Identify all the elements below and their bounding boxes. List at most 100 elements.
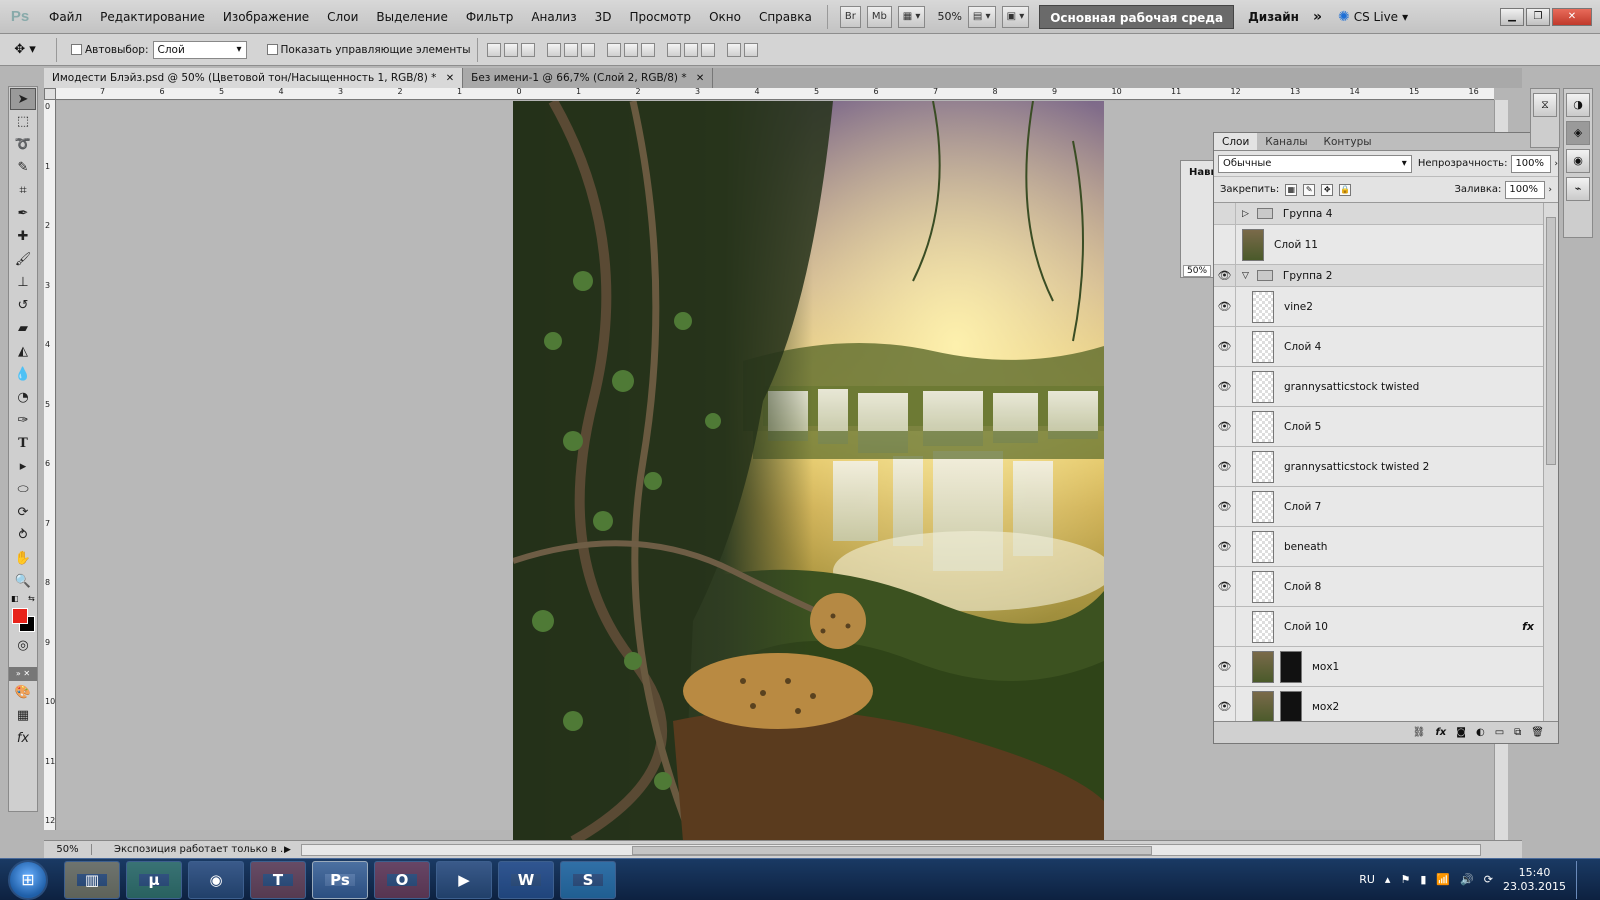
scrollbar-thumb[interactable]: [1546, 217, 1556, 465]
paths-panel-icon[interactable]: ⌁: [1566, 177, 1590, 201]
menu-item-1[interactable]: Редактирование: [91, 0, 214, 34]
layer-style-icon[interactable]: fx: [1435, 727, 1446, 738]
eye-icon[interactable]: 👁: [1214, 265, 1236, 286]
status-info-text[interactable]: Экспозиция работает только в ...: [114, 844, 284, 855]
eye-icon[interactable]: 👁: [1214, 567, 1236, 606]
align-distribute-icon[interactable]: [666, 42, 681, 57]
screen-mode-button[interactable]: ▣ ▾: [1001, 5, 1030, 28]
default-colors-icon[interactable]: ◧: [11, 594, 19, 603]
visibility-toggle[interactable]: [1214, 225, 1236, 264]
eye-icon[interactable]: 👁: [1214, 487, 1236, 526]
layer-group-row[interactable]: 👁 ▽ Группа 2: [1214, 265, 1544, 287]
network-icon[interactable]: 📶: [1436, 873, 1450, 886]
fill-field[interactable]: 100%: [1505, 180, 1546, 199]
brush-tool-icon[interactable]: 🖌: [10, 249, 36, 271]
swatches-panel-icon[interactable]: ▦: [10, 705, 36, 727]
arrange-documents-button[interactable]: ▤ ▾: [967, 5, 996, 28]
layer-row[interactable]: 👁 grannysatticstock twisted 2: [1214, 447, 1544, 487]
layer-row[interactable]: 👁 мох1: [1214, 647, 1544, 687]
chevron-right-icon[interactable]: ›: [1548, 185, 1552, 195]
menu-item-8[interactable]: Просмотр: [620, 0, 700, 34]
history-panel-icon[interactable]: ⧖: [1533, 93, 1557, 117]
add-mask-icon[interactable]: ◙: [1456, 727, 1466, 738]
workspace-design-button[interactable]: Дизайн: [1248, 10, 1299, 24]
align-distribute-icon[interactable]: [520, 42, 535, 57]
layer-mask-thumbnail[interactable]: [1280, 690, 1302, 721]
align-distribute-icon[interactable]: [546, 42, 561, 57]
ruler-origin[interactable]: [44, 88, 56, 100]
lock-transparency-icon[interactable]: ▦: [1285, 183, 1298, 196]
taskbar-skype-icon[interactable]: S: [560, 860, 616, 899]
blend-mode-select[interactable]: Обычные: [1218, 154, 1412, 173]
layer-row[interactable]: Слой 11: [1214, 225, 1544, 265]
layer-row[interactable]: 👁 grannysatticstock twisted: [1214, 367, 1544, 407]
tab-document-2[interactable]: Без имени-1 @ 66,7% (Слой 2, RGB/8) * ✕: [463, 68, 714, 88]
eyedropper-tool-icon[interactable]: ✒: [10, 203, 36, 225]
shape-tool-icon[interactable]: ⬭: [10, 479, 36, 501]
navigator-zoom-field[interactable]: 50%: [1183, 265, 1212, 277]
crop-tool-icon[interactable]: ⌗: [10, 180, 36, 202]
new-layer-icon[interactable]: ⧉: [1514, 727, 1521, 738]
menu-item-9[interactable]: Окно: [700, 0, 750, 34]
layer-group-row[interactable]: ▷ Группа 4: [1214, 203, 1544, 225]
start-button[interactable]: ⊞: [8, 859, 48, 900]
type-tool-icon[interactable]: T: [10, 433, 36, 455]
tab-layers[interactable]: Слои: [1214, 133, 1258, 150]
menu-item-10[interactable]: Справка: [750, 0, 821, 34]
align-distribute-icon[interactable]: [503, 42, 518, 57]
autoselect-select[interactable]: Слой: [152, 40, 247, 59]
close-icon[interactable]: ✕: [696, 73, 704, 84]
layer-row[interactable]: 👁 Слой 4: [1214, 327, 1544, 367]
taskbar-photoshop-icon[interactable]: Ps: [312, 860, 368, 899]
align-distribute-icon[interactable]: [580, 42, 595, 57]
close-button[interactable]: ✕: [1552, 7, 1592, 26]
tab-channels[interactable]: Каналы: [1257, 133, 1315, 150]
move-tool-icon[interactable]: ➤: [10, 88, 36, 110]
layers-scrollbar[interactable]: [1543, 203, 1558, 721]
eye-icon[interactable]: 👁: [1214, 447, 1236, 486]
autoselect-checkbox[interactable]: [71, 44, 82, 55]
align-distribute-icon[interactable]: [606, 42, 621, 57]
foreground-color-swatch[interactable]: [12, 608, 28, 624]
layer-row[interactable]: 👁 Слой 7: [1214, 487, 1544, 527]
status-zoom-field[interactable]: 50%: [44, 844, 92, 855]
view-extras-button[interactable]: ▦ ▾: [897, 5, 926, 28]
link-layers-icon[interactable]: ⛓: [1413, 727, 1426, 738]
align-distribute-icon[interactable]: [726, 42, 741, 57]
align-distribute-icon[interactable]: [563, 42, 578, 57]
lasso-tool-icon[interactable]: ➰: [10, 134, 36, 156]
clone-stamp-tool-icon[interactable]: ⊥: [10, 272, 36, 294]
taskbar-camera-icon[interactable]: ◉: [188, 860, 244, 899]
eye-icon[interactable]: 👁: [1214, 367, 1236, 406]
paint-bucket-tool-icon[interactable]: ◭: [10, 341, 36, 363]
healing-brush-tool-icon[interactable]: ✚: [10, 226, 36, 248]
align-distribute-icon[interactable]: [700, 42, 715, 57]
flag-icon[interactable]: ⚑: [1400, 873, 1410, 886]
document-canvas-image[interactable]: [513, 101, 1104, 841]
horizontal-scrollbar[interactable]: [300, 843, 1481, 856]
layers-panel-icon[interactable]: ◈: [1566, 121, 1590, 145]
zoom-tool-icon[interactable]: 🔍: [10, 571, 36, 593]
history-brush-tool-icon[interactable]: ↺: [10, 295, 36, 317]
clock[interactable]: 15:40 23.03.2015: [1503, 866, 1566, 894]
3d-rotate-tool-icon[interactable]: ⟳: [10, 502, 36, 524]
minimize-button[interactable]: ▁: [1500, 7, 1524, 26]
taskbar-word-icon[interactable]: W: [498, 860, 554, 899]
zoom-level-select[interactable]: 50%: [937, 10, 961, 23]
align-distribute-icon[interactable]: [623, 42, 638, 57]
quick-mask-icon[interactable]: ◎: [10, 635, 36, 657]
lock-pixels-icon[interactable]: ✎: [1303, 183, 1316, 196]
quick-select-tool-icon[interactable]: ✎: [10, 157, 36, 179]
layer-effects-icon[interactable]: fx: [1522, 620, 1534, 633]
color-panel-icon[interactable]: 🎨: [10, 682, 36, 704]
visibility-toggle[interactable]: [1214, 203, 1236, 224]
visibility-toggle[interactable]: [1214, 607, 1236, 646]
align-distribute-icon[interactable]: [743, 42, 758, 57]
layer-row[interactable]: 👁 мох2: [1214, 687, 1544, 721]
taskbar-explorer-icon[interactable]: ▥: [64, 860, 120, 899]
menu-item-4[interactable]: Выделение: [367, 0, 456, 34]
blur-tool-icon[interactable]: 💧: [10, 364, 36, 386]
menu-item-6[interactable]: Анализ: [522, 0, 585, 34]
taskbar-text-app-icon[interactable]: T: [250, 860, 306, 899]
adjustments-panel-icon[interactable]: ◑: [1566, 93, 1590, 117]
